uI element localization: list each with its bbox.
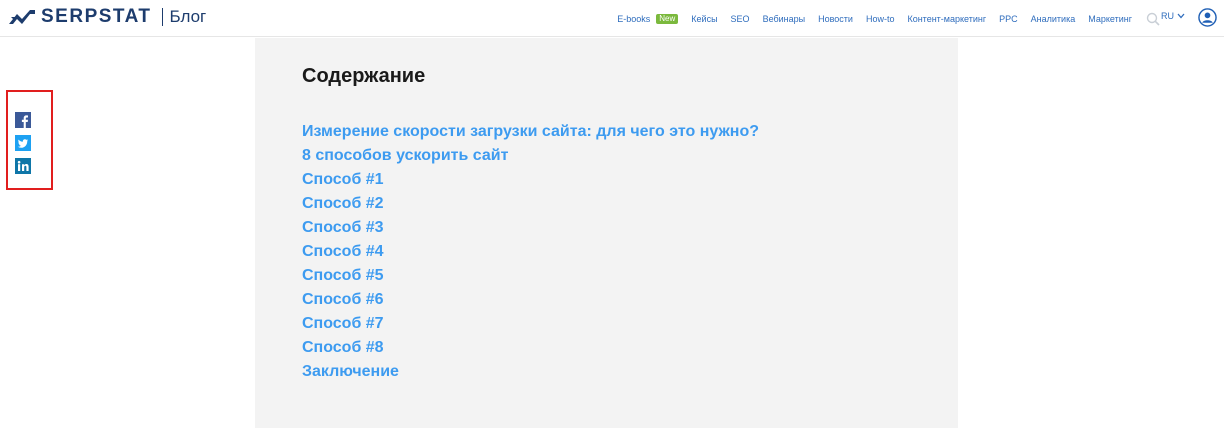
nav-item-marketing[interactable]: Маркетинг <box>1088 14 1132 24</box>
chevron-down-icon <box>1177 13 1185 19</box>
toc-title: Содержание <box>302 65 426 87</box>
logo[interactable]: SERPSTAT Блог <box>8 5 206 29</box>
twitter-icon[interactable] <box>15 135 31 151</box>
blog-label[interactable]: Блог <box>170 7 207 27</box>
toc-link[interactable]: Способ #4 <box>302 240 759 264</box>
nav-item-news[interactable]: Новости <box>818 14 853 24</box>
site-header: SERPSTAT Блог E-books New Кейсы SEO Веби… <box>0 0 1224 37</box>
user-icon[interactable] <box>1198 8 1217 27</box>
new-badge: New <box>656 13 679 24</box>
toc-link[interactable]: Способ #6 <box>302 288 759 312</box>
toc-link[interactable]: Способ #1 <box>302 168 759 192</box>
social-share-panel <box>6 90 53 190</box>
linkedin-icon[interactable] <box>15 158 31 174</box>
table-of-contents: Содержание Измерение скорости загрузки с… <box>255 38 958 428</box>
logo-divider <box>161 8 163 26</box>
search-icon[interactable] <box>1146 12 1160 26</box>
nav-item-ppc[interactable]: PPC <box>999 14 1018 24</box>
facebook-icon[interactable] <box>15 112 31 128</box>
nav-item-howto[interactable]: How-to <box>866 14 895 24</box>
nav-item-seo[interactable]: SEO <box>731 14 750 24</box>
toc-link[interactable]: Способ #2 <box>302 192 759 216</box>
toc-link[interactable]: Способ #8 <box>302 336 759 360</box>
nav-item-analytics[interactable]: Аналитика <box>1031 14 1076 24</box>
nav-item-ebooks[interactable]: E-books New <box>617 13 679 24</box>
toc-link[interactable]: 8 способов ускорить сайт <box>302 144 759 168</box>
brand-name: SERPSTAT <box>41 6 152 27</box>
toc-link[interactable]: Способ #7 <box>302 312 759 336</box>
toc-link[interactable]: Заключение <box>302 360 759 384</box>
toc-link[interactable]: Измерение скорости загрузки сайта: для ч… <box>302 120 759 144</box>
nav-item-content-marketing[interactable]: Контент-маркетинг <box>907 14 986 24</box>
language-label: RU <box>1161 11 1174 21</box>
serpstat-logo-icon <box>9 10 35 24</box>
nav-item-label: E-books <box>617 13 651 24</box>
nav-item-cases[interactable]: Кейсы <box>691 14 717 24</box>
language-selector[interactable]: RU <box>1161 11 1185 21</box>
main-nav: E-books New Кейсы SEO Вебинары Новости H… <box>604 0 1160 37</box>
toc-list: Измерение скорости загрузки сайта: для ч… <box>302 120 759 384</box>
toc-link[interactable]: Способ #3 <box>302 216 759 240</box>
toc-link[interactable]: Способ #5 <box>302 264 759 288</box>
nav-item-webinars[interactable]: Вебинары <box>763 14 806 24</box>
